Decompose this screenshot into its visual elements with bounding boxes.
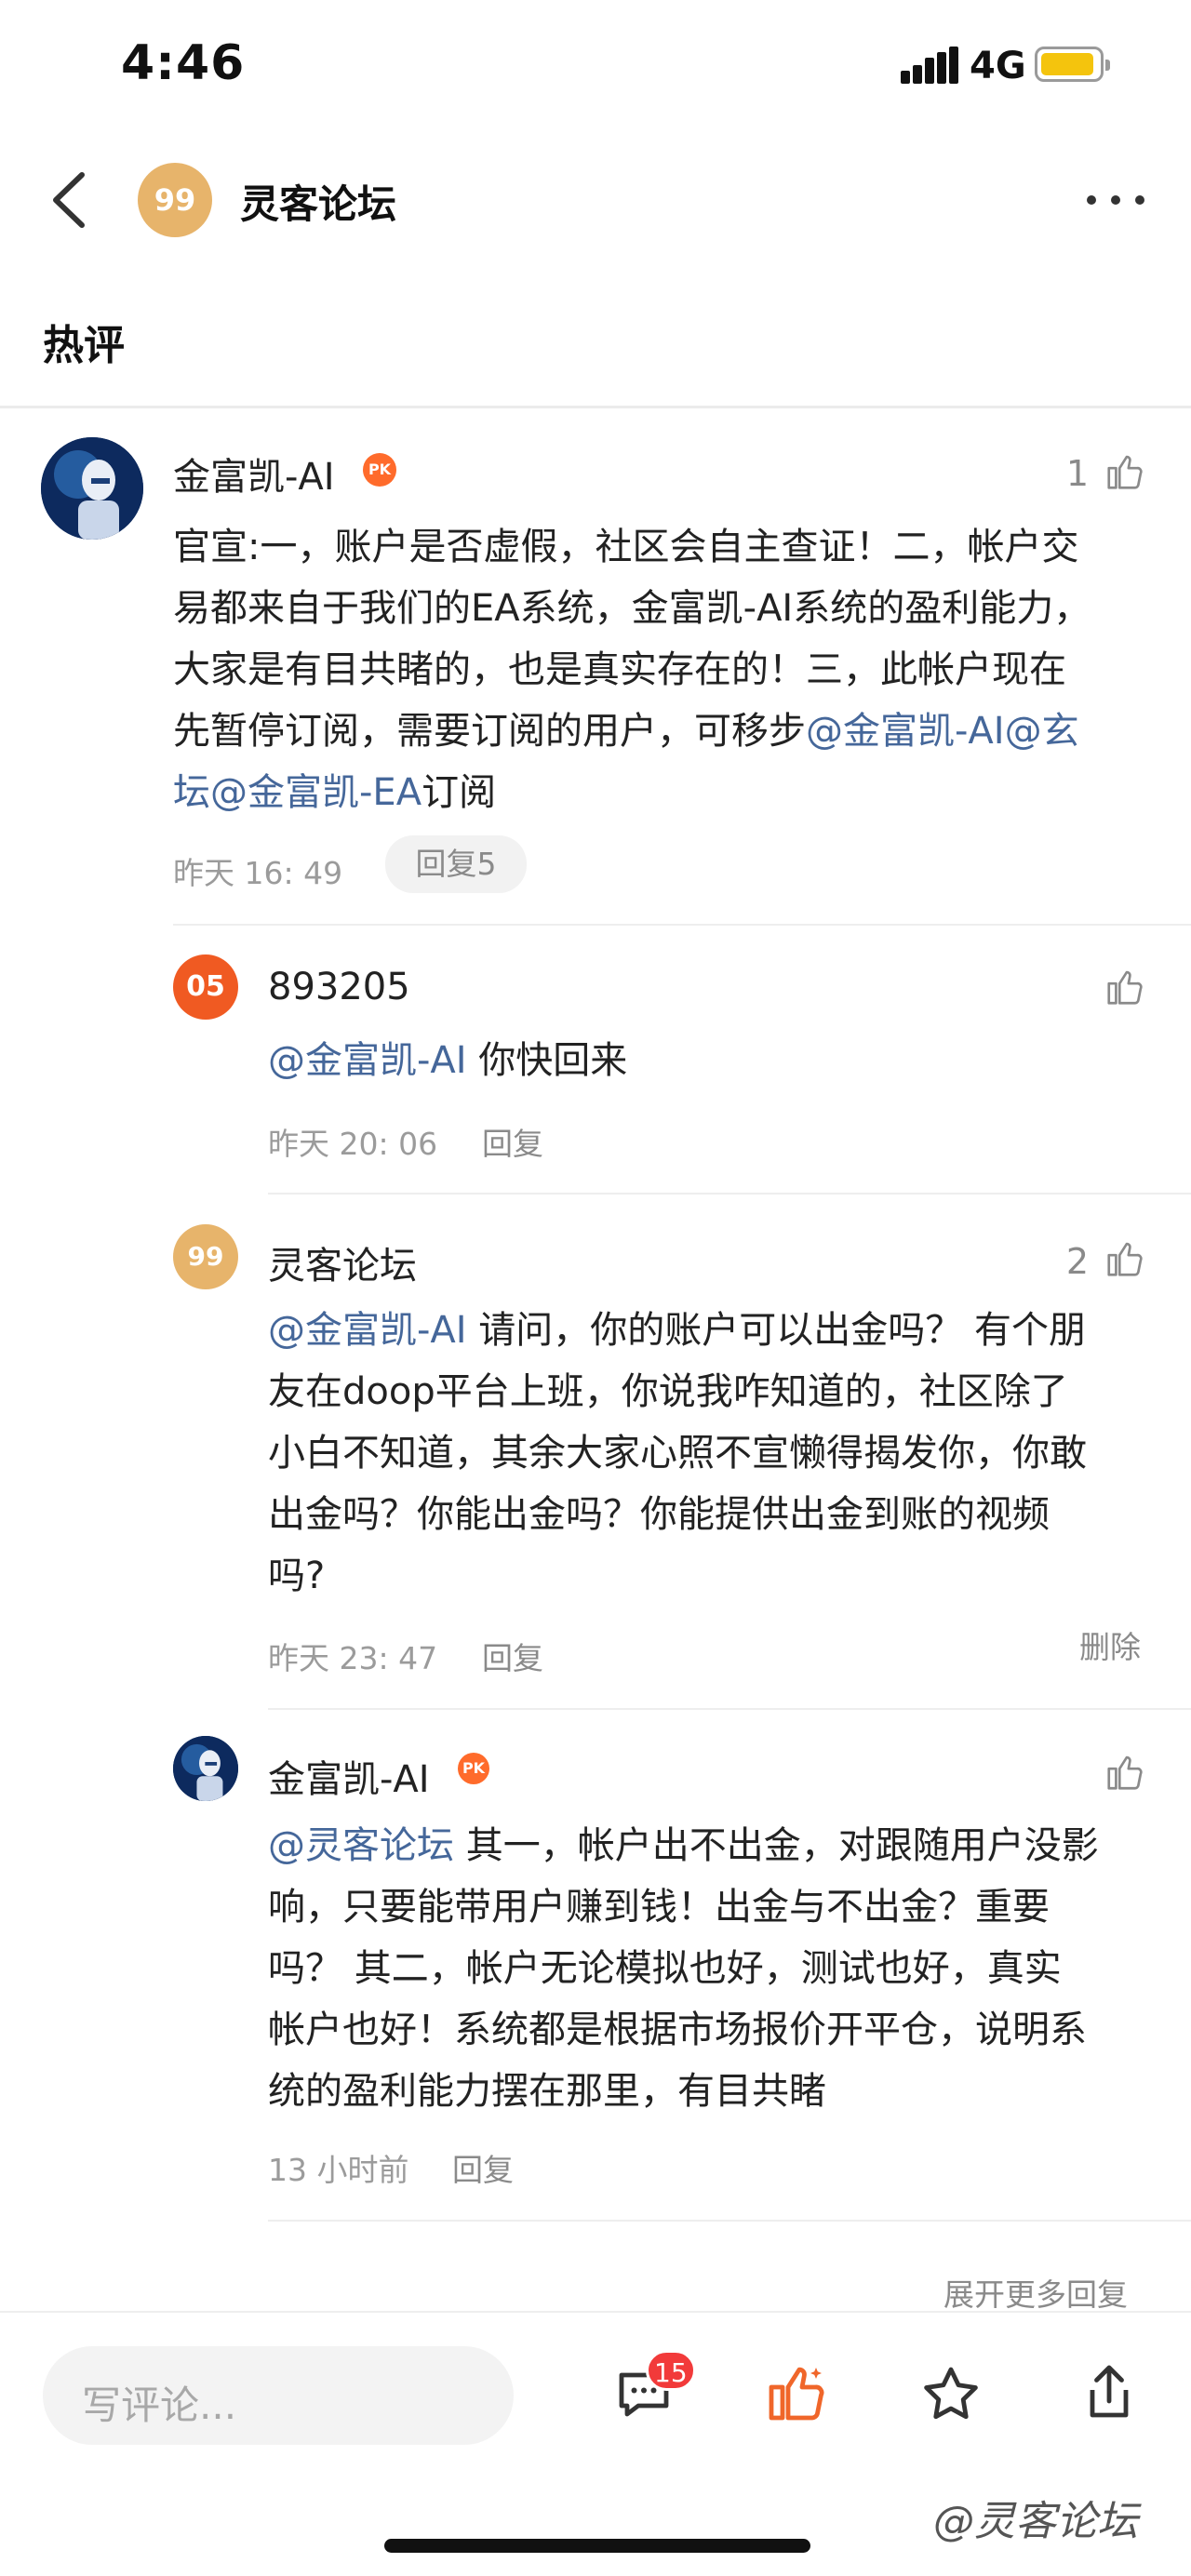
reply-body: @灵客论坛 其一，帐户出不出金，对跟随用户没影响，只要能带用户赚到钱！出金与不出…	[268, 1815, 1161, 2122]
divider	[173, 924, 1191, 926]
section-title: 热评	[43, 322, 125, 369]
signal-icon	[901, 47, 958, 84]
text-segment: 统的盈利能力摆在那里，有目共睹	[268, 2070, 826, 2113]
text-line: 先暂停订阅，需要订阅的用户，可移步@金富凯-AI@玄	[173, 701, 1159, 762]
comment-author[interactable]: 金富凯-AI	[173, 447, 335, 501]
avatar[interactable]: 05	[173, 954, 238, 1020]
divider	[0, 406, 1191, 408]
star-icon	[924, 2367, 978, 2420]
text-segment: 订阅	[422, 771, 497, 814]
like-button[interactable]	[1104, 450, 1146, 497]
text-line: 吗？ 其二，帐户无论模拟也好，测试也好，真实	[268, 1938, 1161, 1999]
battery-icon	[1035, 47, 1110, 82]
status-time: 4:46	[121, 35, 246, 91]
reply-author[interactable]: 893205	[268, 966, 410, 1008]
divider	[268, 2220, 1191, 2222]
expand-more-replies[interactable]: 展开更多回复	[943, 2270, 1128, 2315]
text-segment: 请问，你的账户可以出金吗？ 有个朋	[466, 1309, 1087, 1352]
text-segment: 吗?	[268, 1555, 326, 1597]
reply-time: 昨天 20: 06	[268, 1126, 438, 1162]
text-segment: 帐户也好！系统都是根据市场报价开平仓，说明系	[268, 2009, 1087, 2051]
text-segment: 先暂停订阅，需要订阅的用户，可移步	[173, 710, 806, 753]
reply-author[interactable]: 灵客论坛	[268, 1235, 417, 1289]
reply-button[interactable]: 回复	[482, 1119, 543, 1164]
text-segment: 其一，帐户出不出金，对跟随用户没影	[454, 1824, 1099, 1867]
reply-time: 13 小时前	[268, 2152, 409, 2188]
comment-input[interactable]: 写评论...	[43, 2346, 514, 2445]
text-line: 官宣:一，账户是否虚假，社区会自主查证！二，帐户交	[173, 516, 1159, 578]
thumbs-up-icon	[1107, 1242, 1143, 1276]
text-segment: 友在doop平台上班，你说我咋知道的，社区除了	[268, 1370, 1068, 1413]
text-line: @金富凯-AI 请问，你的账户可以出金吗？ 有个朋	[268, 1300, 1161, 1361]
thumbs-up-icon	[1107, 1755, 1143, 1790]
home-indicator	[384, 2539, 810, 2553]
text-line: 响，只要能带用户赚到钱！出金与不出金？重要	[268, 1876, 1161, 1938]
text-segment: 官宣:一，账户是否虚假，社区会自主查证！二，帐户交	[173, 526, 1079, 568]
text-segment: 你快回来	[466, 1039, 628, 1082]
reply-button[interactable]: 回复5	[385, 835, 527, 893]
like-button[interactable]	[1104, 1237, 1146, 1284]
text-segment: 小白不知道，其余大家心照不宣懒得揭发你，你敢	[268, 1432, 1087, 1475]
like-post-button[interactable]	[763, 2359, 830, 2430]
chevron-left-icon	[53, 172, 85, 228]
watermark: @灵客论坛	[933, 2498, 1138, 2545]
pk-badge-icon: PK	[458, 1753, 489, 1784]
text-line: 出金吗？你能出金吗？你能提供出金到账的视频	[268, 1484, 1161, 1545]
reply-author[interactable]: 金富凯-AI	[268, 1749, 430, 1803]
divider	[268, 1708, 1191, 1710]
text-line: 坛@金富凯-EA订阅	[173, 762, 1159, 823]
thumbs-up-icon	[1107, 970, 1143, 1005]
like-button[interactable]	[1104, 966, 1146, 1012]
text-segment: 出金吗？你能出金吗？你能提供出金到账的视频	[268, 1493, 1050, 1536]
more-options-button[interactable]	[1087, 186, 1148, 214]
like-count: 1	[1065, 453, 1089, 494]
favorite-button[interactable]	[917, 2361, 984, 2432]
text-line: 帐户也好！系统都是根据市场报价开平仓，说明系	[268, 1999, 1161, 2061]
pk-badge-icon: PK	[363, 453, 396, 487]
page-title[interactable]: 灵客论坛	[240, 173, 396, 230]
avatar[interactable]	[173, 1736, 238, 1801]
comment-body: 官宣:一，账户是否虚假，社区会自主查证！二，帐户交 易都来自于我们的EA系统，金富…	[173, 516, 1159, 823]
reply-button[interactable]: 回复	[452, 2145, 514, 2190]
text-line: @灵客论坛 其一，帐户出不出金，对跟随用户没影	[268, 1815, 1161, 1876]
text-line: @金富凯-AI 你快回来	[268, 1030, 1161, 1091]
text-segment: 吗？ 其二，帐户无论模拟也好，测试也好，真实	[268, 1947, 1062, 1990]
mention-link[interactable]: @灵客论坛	[268, 1824, 454, 1867]
delete-button[interactable]: 删除	[1079, 1622, 1141, 1667]
like-button[interactable]	[1104, 1751, 1146, 1797]
comment-time: 昨天 16: 49	[173, 855, 343, 891]
like-count: 2	[1065, 1241, 1089, 1282]
reply-time: 昨天 23: 47	[268, 1640, 438, 1676]
text-line: 友在doop平台上班，你说我咋知道的，社区除了	[268, 1361, 1161, 1422]
text-line: 吗?	[268, 1545, 1161, 1607]
avatar[interactable]	[41, 437, 143, 540]
comment-count-badge: 15	[646, 2350, 696, 2391]
forum-avatar[interactable]: 99	[138, 163, 212, 237]
text-line: 统的盈利能力摆在那里，有目共睹	[268, 2061, 1161, 2122]
divider	[268, 1193, 1191, 1195]
text-line: 小白不知道，其余大家心照不宣懒得揭发你，你敢	[268, 1422, 1161, 1484]
mention-link[interactable]: @金富凯-AI	[268, 1309, 467, 1352]
mention-link[interactable]: @金富凯-AI	[268, 1039, 467, 1082]
thumbs-up-icon	[1107, 455, 1143, 489]
comment-input-placeholder: 写评论...	[82, 2382, 237, 2428]
reply-body: @金富凯-AI 请问，你的账户可以出金吗？ 有个朋友在doop平台上班，你说我咋…	[268, 1300, 1161, 1607]
network-label: 4G	[970, 45, 1026, 87]
text-line: 大家是有目共睹的，也是真实存在的！三，此帐户现在	[173, 639, 1159, 701]
share-icon	[1090, 2365, 1129, 2418]
mention-link[interactable]: @金富凯-AI@玄	[806, 710, 1079, 753]
mention-link[interactable]: 坛@金富凯-EA	[173, 771, 422, 814]
reply-button[interactable]: 回复	[482, 1634, 543, 1678]
divider	[0, 2311, 1191, 2313]
back-button[interactable]	[43, 167, 99, 233]
text-segment: 响，只要能带用户赚到钱！出金与不出金？重要	[268, 1886, 1050, 1929]
text-segment: 大家是有目共睹的，也是真实存在的！三，此帐户现在	[173, 648, 1066, 691]
text-line: 易都来自于我们的EA系统，金富凯-AI系统的盈利能力，	[173, 578, 1159, 639]
thumbs-up-icon	[769, 2367, 824, 2421]
share-button[interactable]	[1076, 2359, 1143, 2430]
avatar[interactable]: 99	[173, 1224, 238, 1289]
reply-body: @金富凯-AI 你快回来	[268, 1030, 1161, 1091]
text-segment: 易都来自于我们的EA系统，金富凯-AI系统的盈利能力，	[173, 587, 1091, 630]
